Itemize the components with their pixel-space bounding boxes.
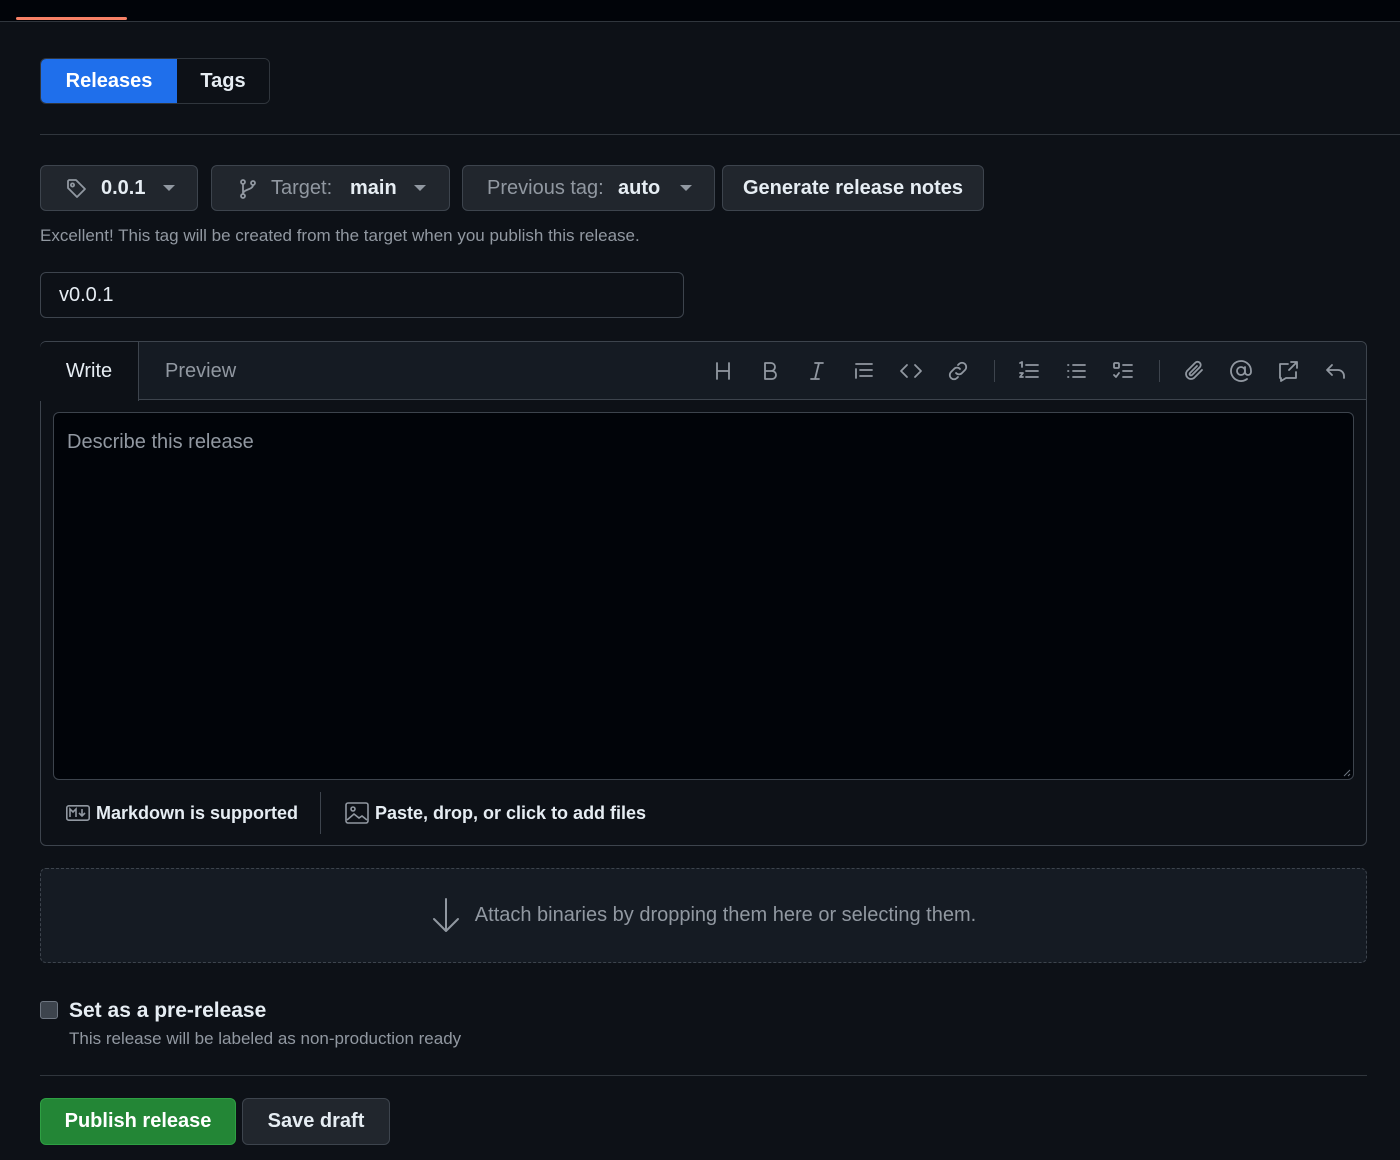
italic-icon[interactable] bbox=[802, 356, 832, 386]
mention-icon[interactable] bbox=[1226, 356, 1256, 386]
markdown-support-link[interactable]: Markdown is supported bbox=[66, 803, 298, 824]
numbered-list-icon[interactable] bbox=[1014, 356, 1044, 386]
releases-tags-switch: Releases Tags bbox=[40, 58, 270, 104]
reference-icon[interactable] bbox=[1273, 356, 1303, 386]
link-icon[interactable] bbox=[943, 356, 973, 386]
quote-icon[interactable] bbox=[849, 356, 879, 386]
attach-icon[interactable] bbox=[1179, 356, 1209, 386]
image-icon bbox=[345, 802, 369, 824]
tab-preview[interactable]: Preview bbox=[165, 342, 236, 400]
release-description-textarea[interactable]: Describe this release bbox=[53, 412, 1354, 780]
editor-footer: Markdown is supported Paste, drop, or cl… bbox=[41, 792, 1366, 834]
save-draft-button[interactable]: Save draft bbox=[242, 1098, 390, 1145]
tag-value: 0.0.1 bbox=[101, 176, 146, 199]
branch-icon bbox=[236, 177, 260, 207]
binaries-dropzone[interactable]: Attach binaries by dropping them here or… bbox=[40, 868, 1367, 963]
heading-icon[interactable] bbox=[708, 356, 738, 386]
tag-icon bbox=[65, 177, 89, 207]
bold-icon[interactable] bbox=[755, 356, 785, 386]
generate-release-notes-button[interactable]: Generate release notes bbox=[722, 165, 984, 211]
previous-tag-label: Previous tag: bbox=[487, 176, 604, 199]
markdown-icon bbox=[66, 805, 90, 821]
bulleted-list-icon[interactable] bbox=[1061, 356, 1091, 386]
active-tab-underline bbox=[16, 17, 127, 20]
divider bbox=[40, 1075, 1367, 1076]
toolbar-separator bbox=[994, 360, 995, 382]
chevron-down-icon bbox=[680, 185, 692, 191]
arrow-down-icon bbox=[432, 897, 459, 932]
tab-write[interactable]: Write bbox=[40, 342, 139, 401]
add-files-label: Paste, drop, or click to add files bbox=[375, 802, 647, 823]
prerelease-description: This release will be labeled as non-prod… bbox=[69, 1029, 462, 1048]
binaries-label: Attach binaries by dropping them here or… bbox=[474, 904, 977, 926]
tags-tab[interactable]: Tags bbox=[177, 59, 269, 103]
previous-tag-button[interactable]: Previous tag: auto bbox=[462, 165, 715, 211]
releases-tab[interactable]: Releases bbox=[41, 59, 177, 103]
target-label: Target: bbox=[271, 176, 333, 199]
description-placeholder: Describe this release bbox=[67, 431, 254, 453]
release-notes-editor: Write Preview Describe this release Mark… bbox=[40, 341, 1367, 846]
undo-icon[interactable] bbox=[1320, 356, 1350, 386]
markdown-label: Markdown is supported bbox=[96, 802, 299, 823]
editor-header: Write Preview bbox=[40, 342, 1366, 401]
code-icon[interactable] bbox=[896, 356, 926, 386]
toolbar-separator bbox=[1159, 360, 1160, 382]
resize-handle-icon[interactable] bbox=[1341, 767, 1351, 777]
footer-separator bbox=[320, 792, 321, 834]
task-list-icon[interactable] bbox=[1108, 356, 1138, 386]
add-files-button[interactable]: Paste, drop, or click to add files bbox=[345, 802, 646, 824]
target-value: main bbox=[350, 176, 397, 199]
publish-release-button[interactable]: Publish release bbox=[40, 1098, 236, 1145]
previous-tag-value: auto bbox=[618, 176, 661, 199]
top-navigation-bar bbox=[0, 0, 1400, 22]
tag-select-button[interactable]: 0.0.1 bbox=[40, 165, 198, 211]
tag-hint: Excellent! This tag will be created from… bbox=[40, 226, 640, 245]
prerelease-title: Set as a pre-release bbox=[69, 999, 267, 1022]
prerelease-checkbox[interactable] bbox=[40, 1001, 58, 1019]
chevron-down-icon bbox=[163, 185, 175, 191]
release-title-input[interactable]: v0.0.1 bbox=[40, 272, 684, 318]
chevron-down-icon bbox=[414, 185, 426, 191]
divider bbox=[40, 134, 1400, 135]
target-branch-button[interactable]: Target: main bbox=[211, 165, 450, 211]
